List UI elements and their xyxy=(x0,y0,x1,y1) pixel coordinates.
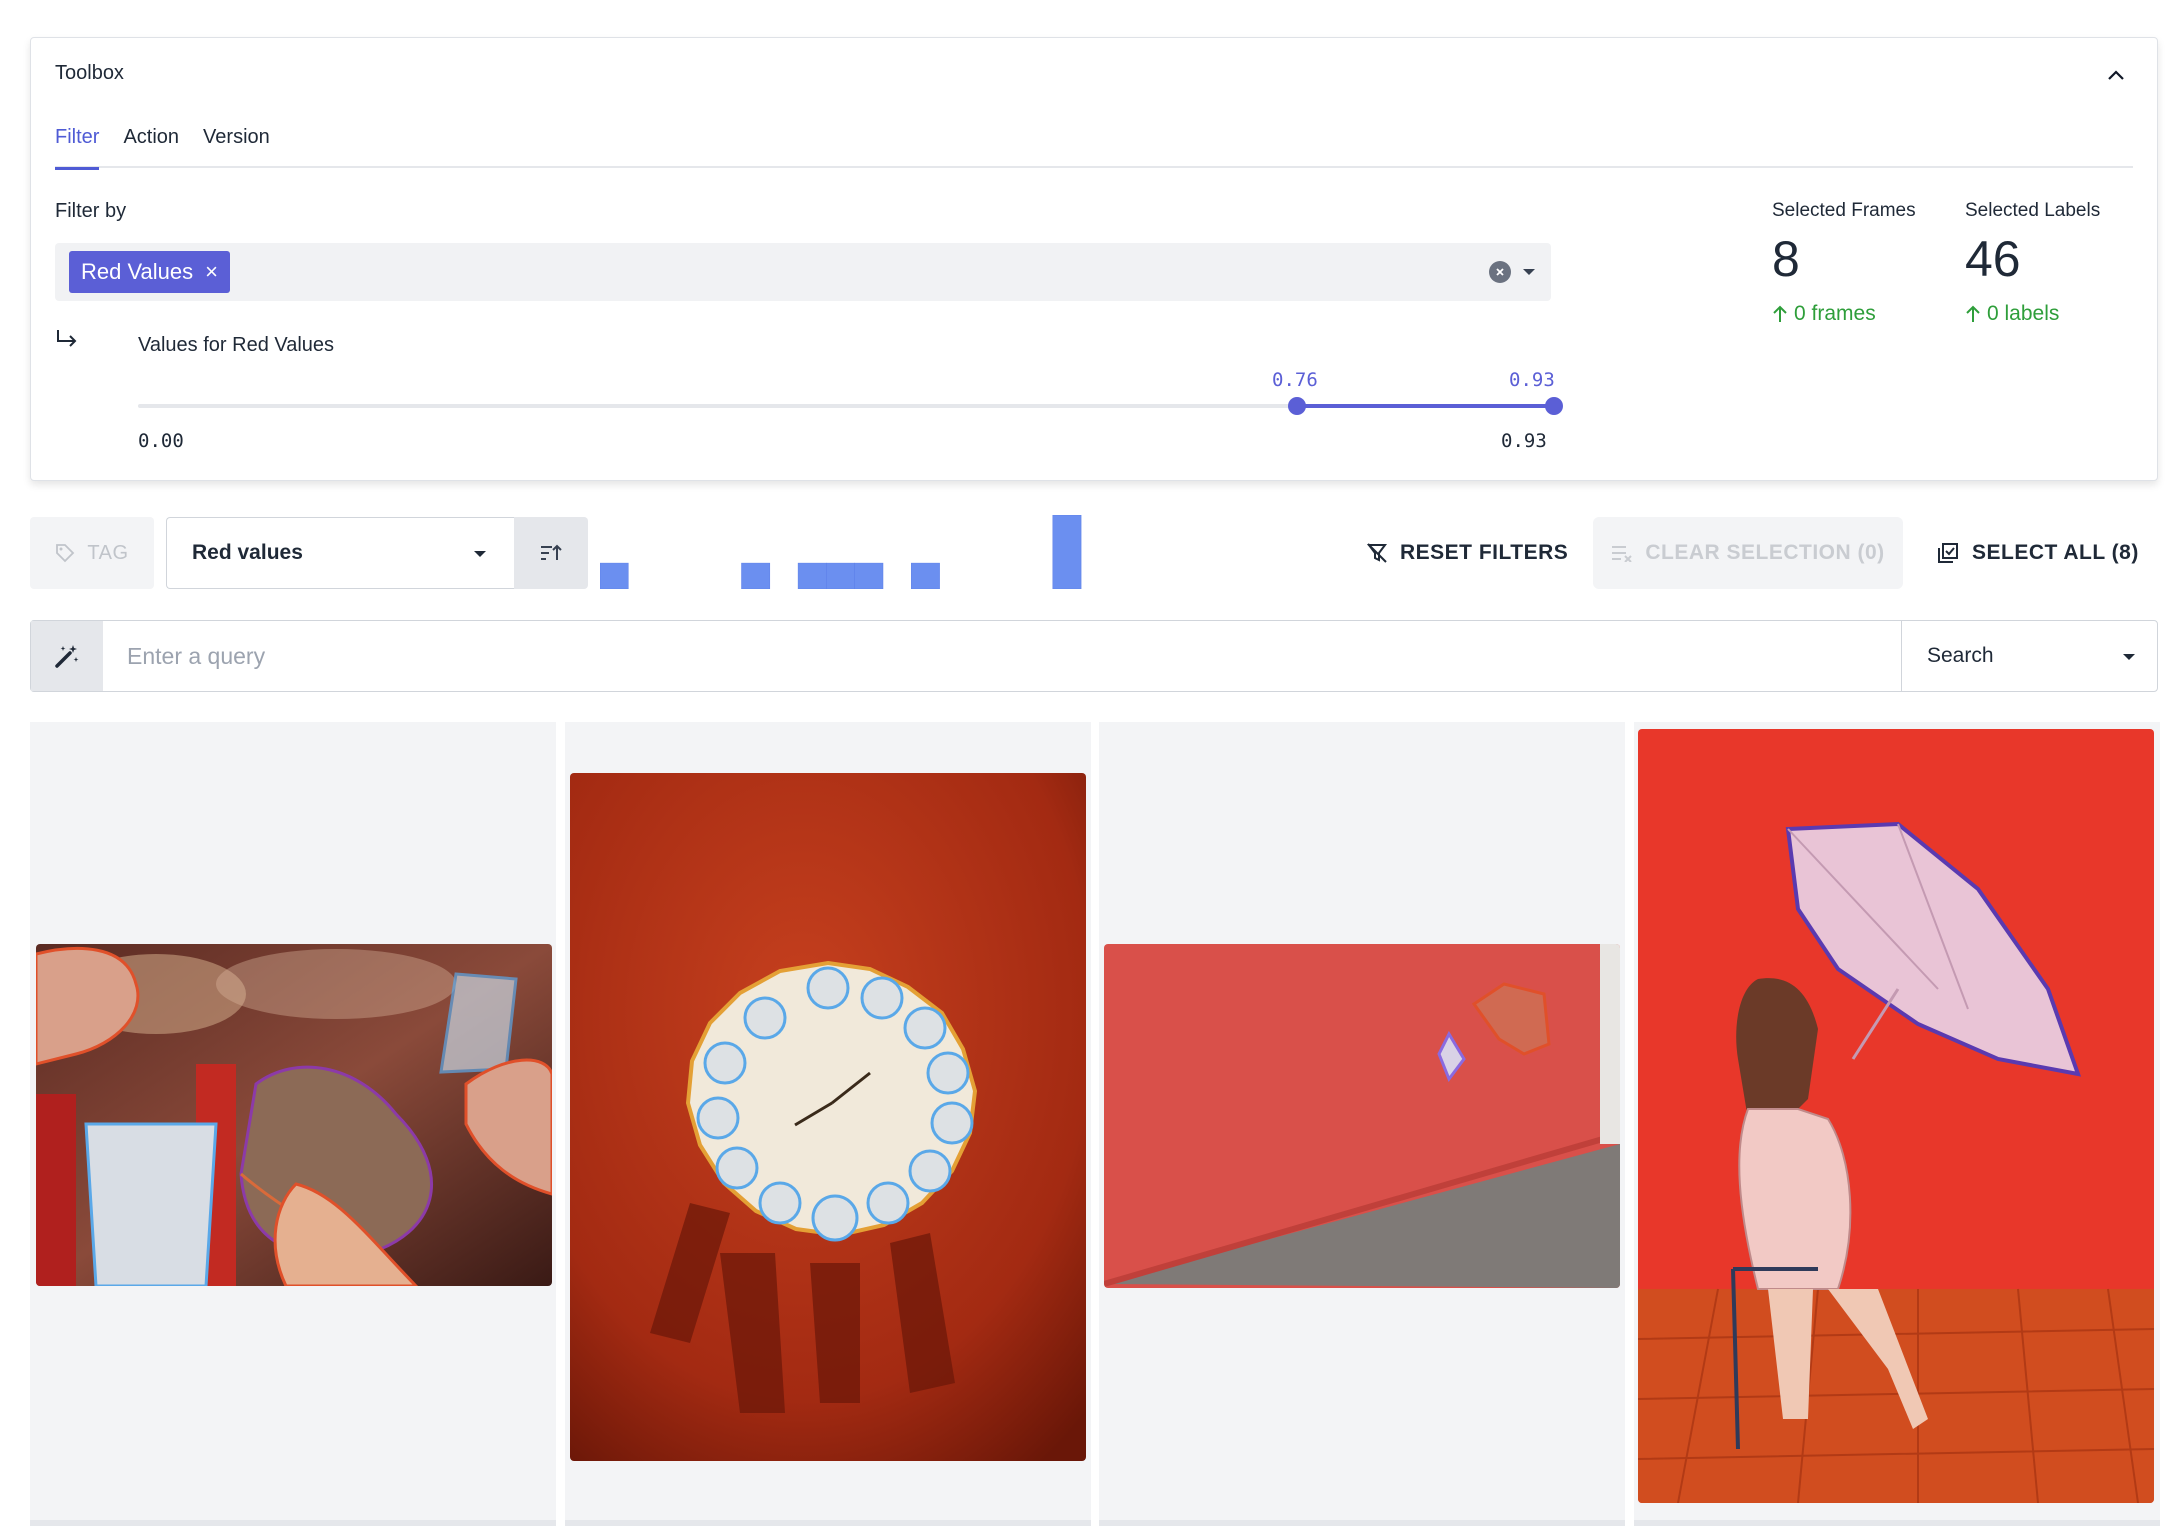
caret-down-icon xyxy=(2123,654,2135,660)
magic-wand-button[interactable] xyxy=(31,621,103,691)
card-footer xyxy=(565,1520,1091,1526)
selected-labels-value: 46 xyxy=(1965,231,2021,287)
metric-select-value: Red values xyxy=(192,541,303,564)
slider-low-handle[interactable] xyxy=(1288,397,1306,415)
clear-selection-label: CLEAR SELECTION (0) xyxy=(1645,541,1885,564)
slider-max-label: 0.93 xyxy=(1501,430,1547,452)
sort-icon xyxy=(541,544,562,560)
gallery-image-skater xyxy=(1104,944,1620,1288)
selected-frames-stat: Selected Frames 8 0 frames xyxy=(1772,200,1916,326)
toolbox-title: Toolbox xyxy=(55,62,124,84)
clear-list-icon xyxy=(1612,546,1633,562)
toolbox-tabs: Filter Action Version xyxy=(55,126,2133,170)
filter-off-icon xyxy=(1367,543,1387,563)
reset-filters-label: RESET FILTERS xyxy=(1400,541,1569,564)
tab-action[interactable]: Action xyxy=(123,126,179,168)
histogram-bar[interactable] xyxy=(826,562,855,589)
gallery-image-food xyxy=(36,944,552,1286)
gallery-card-4[interactable] xyxy=(1634,722,2160,1526)
slider-low-value: 0.76 xyxy=(1272,369,1318,391)
histogram-bar[interactable] xyxy=(741,562,771,589)
tab-version[interactable]: Version xyxy=(203,126,270,168)
slider-high-handle[interactable] xyxy=(1545,397,1563,415)
filter-chip: Red Values × xyxy=(69,251,230,293)
tab-filter[interactable]: Filter xyxy=(55,126,100,170)
tag-button[interactable]: TAG xyxy=(30,517,154,589)
histogram-bar[interactable] xyxy=(911,562,940,589)
card-footer xyxy=(1099,1520,1625,1526)
caret-down-icon xyxy=(474,551,486,557)
histogram-bar[interactable] xyxy=(854,562,884,589)
filter-chip-label: Red Values xyxy=(81,259,194,284)
filter-by-label: Filter by xyxy=(55,200,127,222)
query-bar: Search xyxy=(30,620,2158,692)
selected-labels-label: Selected Labels xyxy=(1965,200,2101,221)
reset-filters-button[interactable]: RESET FILTERS xyxy=(1366,517,1568,589)
slider-high-value: 0.93 xyxy=(1509,369,1555,391)
selected-labels-delta-text: 0 labels xyxy=(1987,302,2060,325)
subdirectory-arrow-icon xyxy=(57,330,77,347)
query-input[interactable] xyxy=(127,621,1827,691)
arrow-up-icon xyxy=(1966,305,1980,322)
histogram-bar[interactable] xyxy=(1052,515,1082,589)
tag-icon xyxy=(56,544,75,563)
histogram-bar[interactable] xyxy=(797,562,827,589)
select-all-label: SELECT ALL (8) xyxy=(1972,541,2139,564)
clear-selection-button[interactable]: CLEAR SELECTION (0) xyxy=(1593,517,1903,589)
select-all-icon xyxy=(1938,543,1958,563)
search-mode-select[interactable]: Search xyxy=(1901,621,2157,691)
range-slider-selection xyxy=(1297,404,1554,408)
selected-labels-delta: 0 labels xyxy=(1965,302,2100,326)
toolbox-panel: Toolbox Filter Action Version Filter by … xyxy=(30,37,2158,481)
selected-frames-label: Selected Frames xyxy=(1772,200,1916,221)
selected-labels-stat: Selected Labels 46 0 labels xyxy=(1965,200,2100,326)
metric-histogram[interactable] xyxy=(600,515,1090,589)
gallery-image-umbrella xyxy=(1638,729,2154,1503)
remove-chip-icon[interactable]: × xyxy=(205,259,218,285)
magic-wand-icon xyxy=(55,645,79,668)
card-footer xyxy=(1634,1520,2160,1526)
card-footer xyxy=(30,1520,556,1526)
gallery-card-2[interactable] xyxy=(565,722,1091,1526)
gallery-card-3[interactable] xyxy=(1099,722,1625,1526)
clear-filter-icon[interactable] xyxy=(1489,261,1511,283)
metric-select[interactable]: Red values xyxy=(166,517,514,589)
filter-select[interactable]: Red Values × xyxy=(55,243,1551,301)
selected-frames-value: 8 xyxy=(1772,231,1800,287)
values-for-label: Values for Red Values xyxy=(138,334,335,356)
collapse-toolbox-button[interactable] xyxy=(2101,60,2131,90)
dropdown-arrow-icon[interactable] xyxy=(1523,269,1535,275)
histogram-bar[interactable] xyxy=(600,562,629,589)
slider-min-label: 0.00 xyxy=(138,430,184,452)
arrow-up-icon xyxy=(1773,305,1787,322)
chevron-up-icon xyxy=(2108,70,2124,80)
select-all-button[interactable]: SELECT ALL (8) xyxy=(1938,517,2139,589)
sort-order-button[interactable] xyxy=(514,517,588,589)
gallery-image-clock xyxy=(570,773,1086,1461)
tag-button-label: TAG xyxy=(87,541,129,564)
selected-frames-delta-text: 0 frames xyxy=(1794,302,1876,325)
selected-frames-delta: 0 frames xyxy=(1772,302,1916,326)
gallery-card-1[interactable] xyxy=(30,722,556,1526)
search-mode-value: Search xyxy=(1927,644,1994,667)
